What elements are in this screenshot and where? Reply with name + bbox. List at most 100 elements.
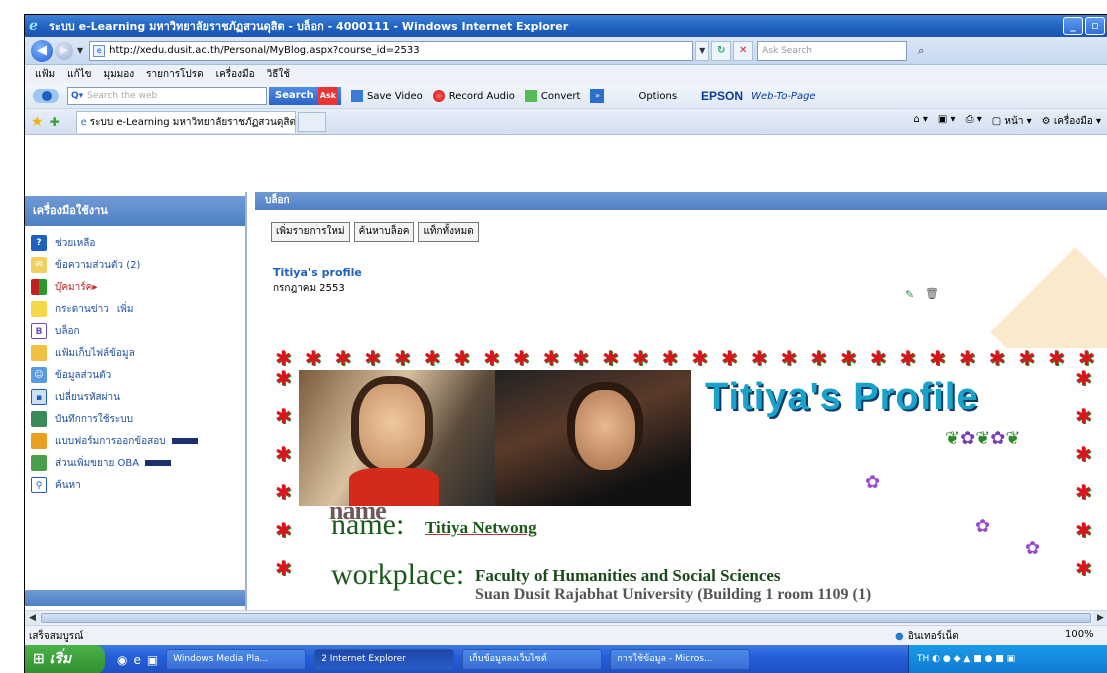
search-blog-button[interactable]: ค้นหาบล็อค xyxy=(353,222,415,242)
sidebar-item-label: ช่วยเหลือ xyxy=(55,237,96,249)
tray-icons: ◐ ● ◆ ▲ ■ ● ■ ▣ xyxy=(932,654,1016,664)
scroll-right-arrow-icon[interactable]: ▶ xyxy=(1093,611,1107,625)
form-icon xyxy=(31,433,47,449)
sidebar-item-files[interactable]: แฟ้มเก็บไฟล์ข้อมูล xyxy=(25,342,245,364)
new-tab-button[interactable] xyxy=(297,111,326,132)
post-title[interactable]: Titiya's profile xyxy=(273,266,1107,279)
refresh-button[interactable]: ↻ xyxy=(711,40,732,61)
sidebar-item-profile[interactable]: ☺ ข้อมูลส่วนตัว xyxy=(25,364,245,386)
ask-badge: Ask xyxy=(317,87,338,105)
sidebar-item-extra[interactable]: เพิ่ม xyxy=(117,302,134,317)
sidebar-item-label: แฟ้มเก็บไฟล์ข้อมูล xyxy=(55,347,135,359)
tab-active[interactable]: e ระบบ e-Learning มหาวิทยาลัยราชภัฏสวนดุส… xyxy=(75,110,296,133)
task-internet-explorer[interactable]: 2 Internet Explorer xyxy=(314,649,455,670)
menu-view[interactable]: มุมมอง xyxy=(104,67,135,82)
horizontal-scrollbar[interactable]: ◀ ▶ xyxy=(25,610,1107,625)
feeds-icon[interactable]: ▣ ▾ xyxy=(938,114,956,129)
workplace-value-2: Suan Dusit Rajabhat University (Building… xyxy=(475,586,872,603)
edit-icon[interactable]: ✎ xyxy=(905,288,914,301)
sidebar-item-messages[interactable]: ✉ ข้อความส่วนตัว (2) xyxy=(25,254,245,276)
scroll-thumb[interactable] xyxy=(41,613,1091,623)
convert-label: Convert xyxy=(540,90,581,102)
sidebar-item-exam-form[interactable]: แบบฟอร์มการออกข้อสอบ xyxy=(25,430,245,452)
add-favorites-icon[interactable]: ✚ xyxy=(50,115,60,129)
sidebar-item-blog[interactable]: B บล็อก xyxy=(25,320,245,342)
language-indicator[interactable]: TH xyxy=(917,654,929,664)
sidebar-item-password[interactable]: ▪ เปลี่ยนรหัสผ่าน xyxy=(25,386,245,408)
epson-logo: EPSON xyxy=(701,89,744,103)
section-title: บล็อก xyxy=(255,192,1107,210)
address-dropdown-button[interactable]: ▼ xyxy=(695,40,710,61)
windows-logo-icon: ⊞ xyxy=(33,651,50,667)
ask-search-input[interactable]: Ask Search xyxy=(757,40,908,61)
media-quicklaunch-icon[interactable]: ▣ xyxy=(147,653,158,667)
start-button[interactable]: ⊞ เริ่ม xyxy=(25,645,105,673)
ie-quicklaunch-icon[interactable]: e xyxy=(133,653,140,667)
sidebar-item-bookmark[interactable]: บุ๊คมาร์ค ▸ xyxy=(25,276,245,298)
back-button[interactable]: ◀ xyxy=(31,39,53,62)
favorites-star-icon[interactable]: ★ xyxy=(31,114,44,130)
sidebar-item-log[interactable]: บันทึกการใช้ระบบ xyxy=(25,408,245,430)
zoom-level[interactable]: 100% xyxy=(1065,629,1094,640)
page-content: เครื่องมือใช้งาน ? ช่วยเหลือ ✉ ข้อความส่วน… xyxy=(25,192,1107,610)
workplace-value: Faculty of Humanities and Social Science… xyxy=(475,566,781,585)
toolbar-extra-button[interactable]: » xyxy=(590,89,608,103)
globe-icon: ● xyxy=(895,631,904,642)
sidebar-item-label: ข้อความส่วนตัว (2) xyxy=(55,259,141,271)
convert-icon xyxy=(524,90,537,102)
sidebar-item-search[interactable]: ⚲ ค้นหา xyxy=(25,474,245,496)
show-desktop-icon[interactable]: ◉ xyxy=(117,653,127,667)
sidebar-item-oba[interactable]: ส่วนเพิ่มขยาย OBA xyxy=(25,452,245,474)
profile-photo-left: name xyxy=(299,370,495,525)
menu-file[interactable]: แฟ้ม xyxy=(35,67,55,82)
zone-label: อินเทอร์เน็ต xyxy=(907,631,959,642)
address-url: http://xedu.dusit.ac.th/Personal/MyBlog.… xyxy=(109,45,420,56)
print-icon[interactable]: ⎙ ▾ xyxy=(966,114,982,129)
tab-active-label: ระบบ e-Learning มหาวิทยาลัยราชภัฏสวนดุสิ… xyxy=(89,116,296,128)
add-entry-button[interactable]: เพิ่มรายการใหม่ xyxy=(271,222,350,242)
toolbar-toggle-icon[interactable] xyxy=(33,89,59,103)
address-row: ◀ ▶ ▼ e http://xedu.dusit.ac.th/Personal… xyxy=(25,37,1107,65)
task-media-player[interactable]: Windows Media Pla... xyxy=(166,649,307,670)
forward-button[interactable]: ▶ xyxy=(55,41,73,60)
profile-icon: ☺ xyxy=(31,367,47,383)
search-go-icon[interactable]: ⌕ xyxy=(911,41,931,61)
search-icon: ⚲ xyxy=(31,477,47,493)
menu-favorites[interactable]: รายการโปรด xyxy=(146,67,203,82)
menu-edit[interactable]: แก้ไข xyxy=(67,67,91,82)
poinsettia-border-left: ✱ ✱ ✱ ✱ ✱ ✱ xyxy=(275,366,292,580)
stop-button[interactable]: ✕ xyxy=(733,40,754,61)
menu-help[interactable]: วิธีใช้ xyxy=(267,67,290,82)
home-icon[interactable]: ⌂ ▾ xyxy=(913,114,928,129)
tools-menu-button[interactable]: ⚙ เครื่องมือ ▾ xyxy=(1042,114,1101,129)
minimize-button[interactable]: _ xyxy=(1063,17,1083,35)
address-bar[interactable]: e http://xedu.dusit.ac.th/Personal/MyBlo… xyxy=(89,40,694,61)
all-tags-button[interactable]: แท็กทั้งหมด xyxy=(418,222,479,242)
options-button[interactable]: Options xyxy=(638,91,677,102)
page-menu-button[interactable]: ▢ หน้า ▾ xyxy=(992,114,1032,129)
password-icon: ▪ xyxy=(31,389,47,405)
menu-tools[interactable]: เครื่องมือ xyxy=(216,67,255,82)
title-bar: e ระบบ e-Learning มหาวิทยาลัยราชภัฏสวนดุ… xyxy=(25,15,1107,37)
maximize-button[interactable]: ▫ xyxy=(1085,17,1105,35)
sidebar-item-label: กระดานข่าว xyxy=(55,303,109,315)
task-folder[interactable]: เก็บข้อมูลลงเว็บไซต์ xyxy=(462,649,603,670)
delete-icon[interactable]: 🗑 xyxy=(925,287,939,300)
sidebar-item-board[interactable]: กระดานข่าว เพิ่ม xyxy=(25,298,245,320)
search-button-label: Search xyxy=(275,90,314,101)
scroll-left-arrow-icon[interactable]: ◀ xyxy=(25,611,40,625)
task-word[interactable]: การใช้ข้อมูล - Micros... xyxy=(610,649,751,670)
convert-button[interactable]: Convert xyxy=(524,90,581,102)
sidebar-item-help[interactable]: ? ช่วยเหลือ xyxy=(25,232,245,254)
web-to-page-button[interactable]: Web-To-Page xyxy=(751,91,816,102)
start-label: เริ่ม xyxy=(49,651,72,667)
save-video-button[interactable]: Save Video xyxy=(351,90,423,102)
search-button[interactable]: Search Ask xyxy=(269,87,341,105)
record-audio-button[interactable]: Record Audio xyxy=(432,90,515,102)
web-search-input[interactable]: Q▾ Search the web xyxy=(67,87,267,105)
history-dropdown-icon[interactable]: ▼ xyxy=(77,46,83,55)
menu-bar: แฟ้ม แก้ไข มุมมอง รายการโปรด เครื่องมือ … xyxy=(25,65,1107,84)
poinsettia-border-top: ✱ ✱ ✱ ✱ ✱ ✱ ✱ ✱ ✱ ✱ ✱ ✱ ✱ ✱ ✱ ✱ ✱ ✱ ✱ ✱ ✱ ✱ ✱ ✱ ✱ ✱ ✱ ✱ xyxy=(275,346,1095,370)
name-value: Titiya Netwong xyxy=(425,518,537,537)
new-badge xyxy=(171,438,198,444)
